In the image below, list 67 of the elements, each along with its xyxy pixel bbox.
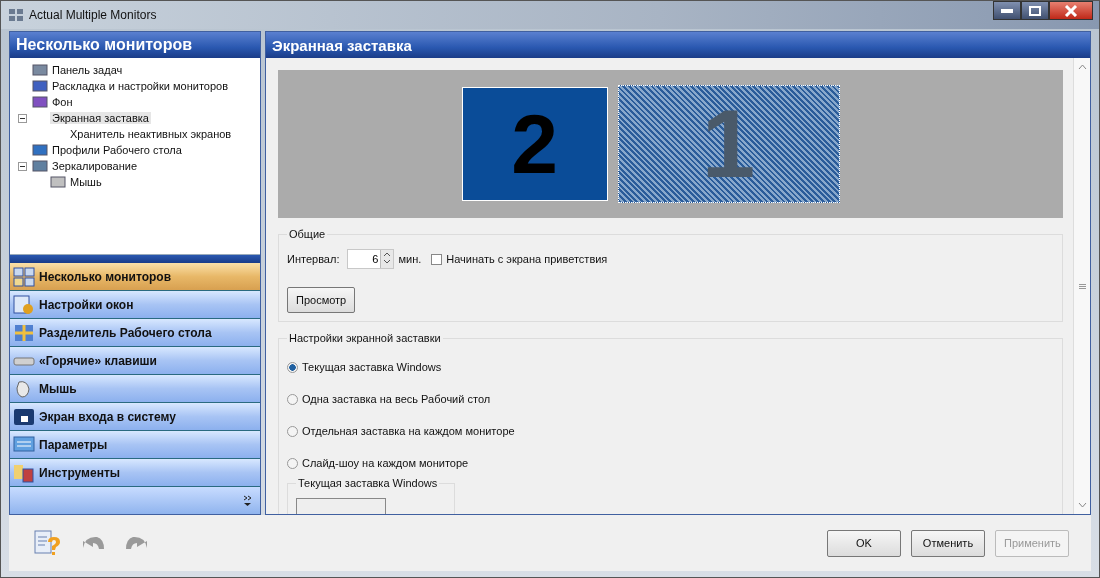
dialog-button[interactable]: OK xyxy=(827,529,901,557)
chevron-icon[interactable] xyxy=(243,494,252,507)
nav-item[interactable]: Разделитель Рабочего стола xyxy=(10,319,260,347)
checkbox[interactable] xyxy=(431,253,443,265)
item-icon xyxy=(32,159,48,173)
radio-button[interactable] xyxy=(287,457,298,469)
minimize-icon xyxy=(1001,8,1013,13)
scroll-down-icon[interactable] xyxy=(1077,502,1087,508)
sidebar-title: Несколько мониторов xyxy=(10,32,260,58)
nav-item[interactable]: Мышь xyxy=(10,375,260,403)
nav-item[interactable]: Инструменты xyxy=(10,459,260,487)
maximize-icon xyxy=(1029,5,1041,16)
scrollbar[interactable] xyxy=(1073,58,1090,514)
close-button[interactable] xyxy=(1049,1,1093,20)
tree-item[interactable]: Мышь xyxy=(68,176,104,188)
item-icon xyxy=(50,175,66,189)
window-title: Actual Multiple Monitors xyxy=(29,8,157,22)
group-title: Настройки экранной заставки xyxy=(287,332,443,344)
nav-icon xyxy=(13,462,35,483)
item-icon xyxy=(32,143,48,157)
nav-icon xyxy=(13,294,35,315)
item-icon xyxy=(32,63,48,77)
checkbox-label[interactable]: Начинать с экрана приветствия xyxy=(446,253,608,265)
button[interactable] xyxy=(296,498,386,514)
tree-item[interactable]: Экранная заставка xyxy=(50,112,151,124)
nav-item[interactable]: «Горячие» клавиши xyxy=(10,347,260,375)
tree-item[interactable]: Раскладка и настройки мониторов xyxy=(50,80,231,92)
nav-icon xyxy=(13,322,35,343)
dialog-button[interactable]: Отменить xyxy=(911,529,985,557)
splitter-handle[interactable] xyxy=(10,254,260,263)
grip-icon[interactable] xyxy=(1078,283,1086,289)
tree-item[interactable]: Фон xyxy=(50,96,75,108)
nav-icon xyxy=(13,266,35,287)
app-icon xyxy=(9,9,23,21)
radio-button[interactable] xyxy=(287,393,298,405)
item-icon xyxy=(32,95,48,109)
scroll-up-icon[interactable] xyxy=(1077,64,1087,70)
tree-item[interactable]: Профили Рабочего стола xyxy=(50,144,184,156)
help-icon[interactable] xyxy=(33,529,63,557)
maximize-button[interactable] xyxy=(1021,1,1049,20)
nav-item[interactable]: Параметры xyxy=(10,431,260,459)
interval-spinner[interactable]: 6 xyxy=(347,249,395,269)
radio-button[interactable] xyxy=(287,425,298,437)
group-title: Общие xyxy=(287,228,328,240)
nav-icon xyxy=(13,406,35,427)
nav-icon xyxy=(13,434,35,455)
nav-item[interactable]: Экран входа в систему xyxy=(10,403,260,431)
nav-item[interactable]: Настройки окон xyxy=(10,291,260,319)
radio-label[interactable]: Отдельная заставка на каждом мониторе xyxy=(302,425,515,437)
minimize-button[interactable] xyxy=(993,1,1021,20)
panel-title: Экранная заставка xyxy=(266,32,1090,58)
tree-item[interactable]: Хранитель неактивных экранов xyxy=(68,128,234,140)
radio-button[interactable] xyxy=(287,361,298,373)
unit-label: мин. xyxy=(398,253,422,265)
tree-item[interactable]: Зеркалирование xyxy=(50,160,140,172)
close-icon xyxy=(1064,4,1078,17)
radio-label[interactable]: Текущая заставка Windows xyxy=(302,361,442,373)
item-icon xyxy=(32,79,48,93)
radio-label[interactable]: Одна заставка на весь Рабочий стол xyxy=(302,393,491,405)
collapse-icon[interactable] xyxy=(18,113,27,123)
interval-label: Интервал: xyxy=(287,253,340,265)
collapse-icon[interactable] xyxy=(18,161,27,171)
group-title: Текущая заставка Windows xyxy=(296,477,440,489)
tree-item[interactable]: Панель задач xyxy=(50,64,125,76)
nav-item[interactable]: Несколько мониторов xyxy=(10,263,260,291)
radio-label[interactable]: Слайд-шоу на каждом мониторе xyxy=(302,457,469,469)
preview-button[interactable]: Просмотр xyxy=(287,287,356,313)
